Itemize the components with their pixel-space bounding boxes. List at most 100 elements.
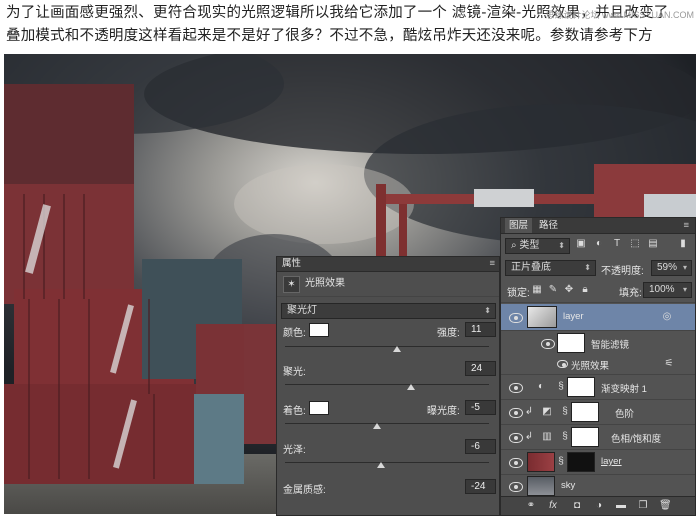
trash-icon[interactable]: 🗑︎ [659,500,672,511]
chevron-down-icon: ▾ [682,263,687,272]
intensity-slider-track[interactable] [285,346,489,347]
panel-menu-icon[interactable]: ≡ [489,257,495,271]
layer-row-filter[interactable]: 光照效果 ⚟ [501,355,695,373]
gloss-slider-thumb[interactable] [376,462,385,468]
exposure-slider-thumb[interactable] [372,423,381,429]
mask-icon[interactable]: ◘ [571,500,583,511]
pixel-filter-icon[interactable]: ▣ [575,238,587,249]
layer-name: 色阶 [615,409,635,420]
filter-kind-value: 类型 [519,240,540,251]
properties-header-label: 属性 [282,258,302,269]
layers-panel: 图层 路径 ≡ ⌕ 类型 ⬍ ▣ ◐ T ⬚ ▤ ▮ 正片叠底 ⬍ 不透明度: … [500,217,696,516]
hotspot-slider-thumb[interactable] [407,384,416,390]
metallic-field[interactable]: -24 [465,479,496,494]
layer-row-smart[interactable]: layer ◎ [501,304,695,330]
clip-arrow-icon: ↲ [524,431,534,442]
hotspot-field[interactable]: 24 [465,361,496,376]
layer-thumbnail [527,476,555,496]
layer-name: layer [601,456,622,467]
layer-thumbnail [527,306,557,328]
link-icon: § [562,406,568,417]
intensity-field[interactable]: 11 [465,322,496,337]
color-swatch[interactable] [309,323,329,337]
adjustment-icon[interactable]: ◑ [593,500,605,511]
adjustment-icon: ◐ [537,381,545,392]
lock-all-icon[interactable]: 🔒︎ [579,284,591,295]
gloss-field[interactable]: -6 [465,439,496,454]
layer-row-levels[interactable]: ↲ ◩ § 色阶 [501,400,695,424]
shape-filter-icon[interactable]: ⬚ [629,238,641,249]
intensity-label: 强度: [437,328,460,339]
mask-thumbnail [567,377,595,397]
link-icon: § [558,381,564,392]
mask-thumbnail [571,427,599,447]
layer-row-hue-sat[interactable]: ↲ ▥ § 色相/饱和度 [501,425,695,449]
hotspot-label: 聚光: [283,367,306,378]
link-icon[interactable]: ⚭ [525,500,537,511]
mask-thumbnail [567,452,595,472]
mask-thumbnail [571,402,599,422]
link-icon: § [562,431,568,442]
layer-row-layer[interactable]: § layer [501,450,695,474]
panel-menu-icon[interactable]: ≡ [679,218,693,233]
tab-paths[interactable]: 路径 [535,218,562,233]
eye-icon[interactable] [509,383,523,393]
fill-field[interactable]: 100% ▾ [643,282,692,298]
filter-toggle-icon[interactable]: ▮ [677,238,689,249]
eye-icon[interactable] [509,458,523,468]
eye-icon[interactable] [557,360,568,368]
lock-label: 锁定: [507,288,530,299]
filter-kind-select[interactable]: ⌕ 类型 ⬍ [505,238,570,254]
gloss-slider-track[interactable] [285,462,489,463]
intensity-slider-thumb[interactable] [393,346,402,352]
filter-mask-thumbnail [557,333,585,353]
layer-row-sky[interactable]: sky [501,475,695,497]
layer-name: sky [561,480,576,491]
layer-name: 色相/饱和度 [611,434,662,445]
layer-row-smart-filters[interactable]: 智能滤镜 [501,331,695,355]
eye-icon[interactable] [509,408,523,418]
gloss-label: 光泽: [283,445,306,456]
layers-tabs: 图层 路径 ≡ [501,218,695,234]
tab-layers[interactable]: 图层 [505,218,533,233]
adjustment-filter-icon[interactable]: ◐ [593,238,605,249]
eye-icon[interactable] [509,313,523,323]
fill-value: 100% [649,284,675,295]
eye-icon[interactable] [509,482,523,492]
layer-name: 智能滤镜 [591,340,630,351]
lock-transparency-icon[interactable]: ▦ [531,284,543,295]
opacity-label: 不透明度: [601,266,644,277]
layer-row-gradient-map[interactable]: ◐ § 渐变映射 1 [501,375,695,399]
filter-options-icon[interactable]: ⚟ [663,358,675,369]
intro-line-2: 叠加模式和不透明度这样看起来是不是好了很多？不过不急，酷炫吊炸天还没来呢。参数请… [6,28,653,44]
light-type-select[interactable]: 聚光灯 ⬍ [281,303,496,319]
lock-position-icon[interactable]: ✥ [563,284,575,295]
hotspot-slider-track[interactable] [285,384,489,385]
clip-arrow-icon: ↲ [524,406,534,417]
opacity-value: 59% [657,262,678,273]
blend-mode-select[interactable]: 正片叠底 ⬍ [505,260,596,276]
fx-icon[interactable]: fx [547,500,559,511]
watermark: 思缘设计论坛 www.MISSYUAN.COM [545,10,694,20]
eye-icon[interactable] [509,433,523,443]
new-layer-icon[interactable]: ❐ [637,500,649,511]
colorize-swatch[interactable] [309,401,329,415]
exposure-slider-track[interactable] [285,423,489,424]
exposure-field[interactable]: -5 [465,400,496,415]
layer-name: 渐变映射 1 [601,384,647,395]
metallic-label: 金属质感: [283,485,326,496]
layer-thumbnail [527,452,555,472]
type-filter-icon[interactable]: T [611,238,623,249]
smart-filter-icon[interactable]: ▤ [647,238,659,249]
adjustment-icon: ◩ [542,406,552,417]
eye-icon[interactable] [541,339,555,349]
opacity-field[interactable]: 59% ▾ [651,260,692,276]
properties-title: ✶ 光照效果 [277,272,499,297]
lock-pixels-icon[interactable]: ✎ [547,284,559,295]
exposure-label: 曝光度: [427,406,460,417]
folder-icon[interactable]: ▬ [615,500,627,511]
chevron-updown-icon: ⬍ [558,241,565,250]
lighting-effects-icon: ✶ [283,276,300,293]
colorize-label: 着色: [283,406,306,417]
chevron-updown-icon: ⬍ [484,306,491,315]
